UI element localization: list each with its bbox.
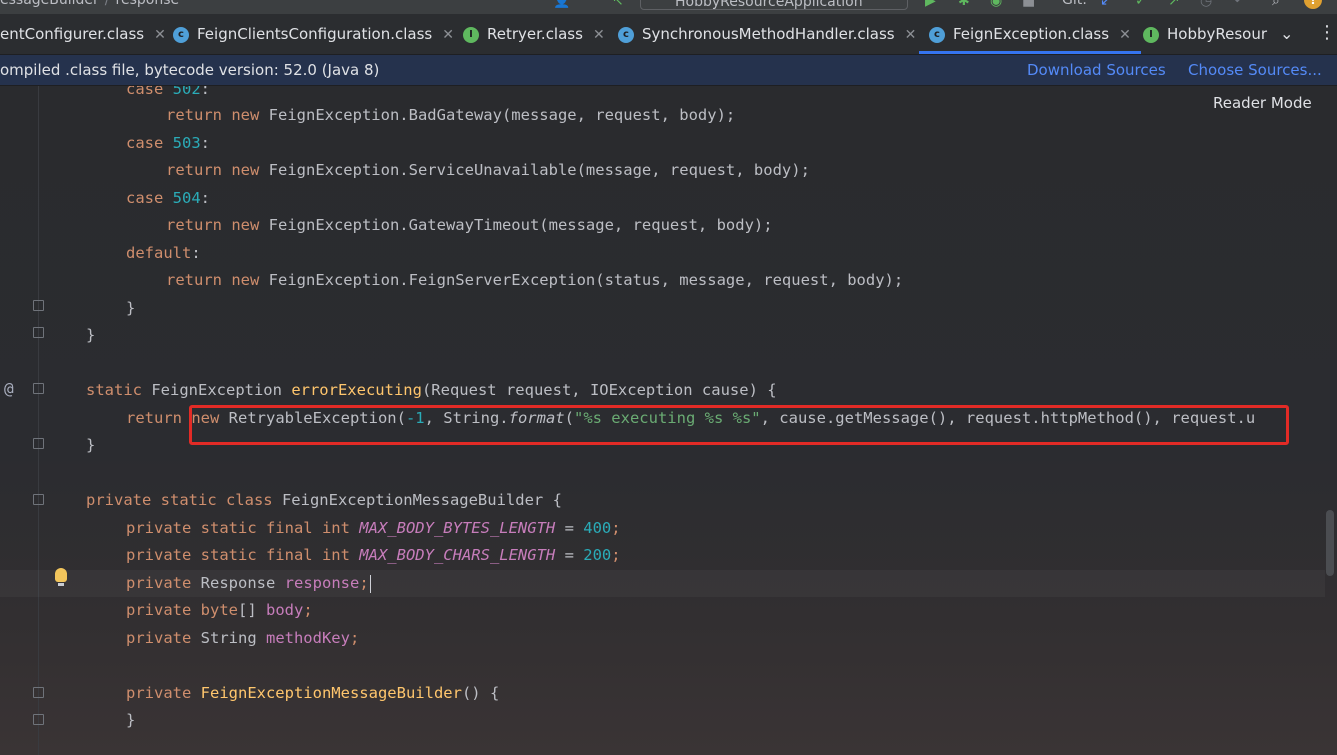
decompiled-notice-bar: ompiled .class file, bytecode version: 5… bbox=[0, 55, 1337, 86]
class-icon: c bbox=[618, 26, 634, 43]
git-push-icon[interactable]: ↗ bbox=[1168, 0, 1180, 9]
tab-label: HobbyResour bbox=[1167, 25, 1268, 43]
code-line: return new FeignException.GatewayTimeout… bbox=[166, 216, 773, 234]
gutter-divider bbox=[38, 86, 39, 755]
tab-synchronousmethodhandler[interactable]: c SynchronousMethodHandler.class ✕ bbox=[618, 14, 916, 54]
run-icon[interactable]: ▶ bbox=[925, 0, 936, 9]
notice-message: ompiled .class file, bytecode version: 5… bbox=[0, 61, 380, 79]
tab-label: FeignClientsConfiguration.class bbox=[197, 25, 433, 43]
fold-marker-icon[interactable] bbox=[33, 494, 44, 505]
git-commit-icon[interactable]: ✓ bbox=[1135, 0, 1147, 9]
code-line: private byte[] body; bbox=[126, 601, 313, 619]
breadcrumb-item[interactable]: essageBuilder bbox=[0, 0, 99, 8]
code-line: case 502: bbox=[126, 86, 211, 98]
code-editor[interactable]: Reader Mode @ case 502: return new Feign… bbox=[0, 86, 1337, 755]
download-sources-link[interactable]: Download Sources bbox=[1027, 55, 1166, 85]
stop-icon[interactable]: ■ bbox=[1022, 0, 1035, 9]
code-line: } bbox=[86, 326, 96, 344]
interface-icon: I bbox=[1143, 26, 1159, 43]
tab-label: entConfigurer.class bbox=[0, 25, 145, 43]
class-icon: c bbox=[173, 26, 189, 43]
reader-mode-toggle[interactable]: Reader Mode bbox=[1213, 94, 1312, 112]
close-icon[interactable]: ✕ bbox=[1119, 27, 1131, 43]
tab-label: FeignException.class bbox=[953, 25, 1110, 43]
fold-marker-icon[interactable] bbox=[33, 438, 44, 449]
chevron-down-icon[interactable]: ⌄ bbox=[1280, 24, 1293, 43]
user-icon[interactable]: 👤 bbox=[553, 0, 570, 9]
rollback-icon[interactable]: ↶ bbox=[1234, 0, 1246, 9]
close-icon[interactable]: ✕ bbox=[154, 27, 166, 43]
code-line: case 504: bbox=[126, 189, 211, 207]
fold-marker-icon[interactable] bbox=[33, 714, 44, 725]
history-icon[interactable]: ◷ bbox=[1200, 0, 1212, 9]
top-toolbar: essageBuilder / response 👤 ↖ HobbyResource… bbox=[0, 0, 1337, 14]
code-line: return new FeignException.FeignServerExc… bbox=[166, 271, 904, 289]
back-arrow-icon[interactable]: ↖ bbox=[612, 0, 624, 9]
code-line: case 503: bbox=[126, 134, 211, 152]
tab-entconfigurer[interactable]: entConfigurer.class ✕ bbox=[0, 14, 166, 54]
vertical-scrollbar[interactable] bbox=[1326, 510, 1334, 576]
run-configuration-selector[interactable]: HobbyResourceApplication bbox=[640, 0, 908, 10]
code-line: static FeignException errorExecuting(Req… bbox=[86, 381, 777, 399]
tab-retryer[interactable]: I Retryer.class ✕ bbox=[463, 14, 605, 54]
search-icon[interactable]: ⌕ bbox=[1272, 0, 1280, 9]
git-update-icon[interactable]: ↙ bbox=[1100, 0, 1112, 9]
class-icon: c bbox=[929, 26, 945, 43]
fold-marker-icon[interactable] bbox=[33, 383, 44, 394]
fold-marker-icon[interactable] bbox=[33, 687, 44, 698]
code-line: private static final int MAX_BODY_BYTES_… bbox=[126, 519, 621, 537]
profile-icon[interactable]: ◉ bbox=[990, 0, 1002, 9]
breadcrumb: essageBuilder / response bbox=[0, 0, 179, 8]
close-icon[interactable]: ✕ bbox=[593, 27, 605, 43]
tab-label: Retryer.class bbox=[487, 25, 583, 43]
code-line: private String methodKey; bbox=[126, 629, 360, 647]
fold-marker-icon[interactable] bbox=[33, 327, 44, 338]
lightbulb-icon[interactable] bbox=[55, 568, 67, 586]
code-line: private static class FeignExceptionMessa… bbox=[86, 491, 562, 509]
more-menu-icon[interactable]: ⋮ bbox=[1318, 22, 1336, 43]
code-line: } bbox=[86, 436, 96, 454]
code-line: private Response response; bbox=[126, 574, 371, 593]
close-icon[interactable]: ✕ bbox=[905, 27, 917, 43]
text-caret bbox=[369, 574, 371, 593]
override-at-icon[interactable]: @ bbox=[4, 379, 14, 398]
warning-icon[interactable]: ! bbox=[1304, 0, 1322, 9]
annotation-highlight-box bbox=[189, 405, 1289, 445]
code-line: private static final int MAX_BODY_CHARS_… bbox=[126, 546, 621, 564]
tab-feignclientsconfiguration[interactable]: c FeignClientsConfiguration.class ✕ bbox=[173, 14, 454, 54]
code-line: return new FeignException.BadGateway(mes… bbox=[166, 106, 736, 124]
code-line: } bbox=[126, 711, 136, 729]
debug-icon[interactable]: ✱ bbox=[958, 0, 970, 9]
code-line: private FeignExceptionMessageBuilder() { bbox=[126, 684, 500, 702]
editor-tabs: entConfigurer.class ✕ c FeignClientsConfig… bbox=[0, 14, 1337, 55]
fold-marker-icon[interactable] bbox=[33, 300, 44, 311]
code-line: return new FeignException.ServiceUnavail… bbox=[166, 161, 810, 179]
tab-feignexception[interactable]: c FeignException.class ✕ bbox=[919, 14, 1141, 54]
git-label: Git: bbox=[1062, 0, 1087, 8]
breadcrumb-separator: / bbox=[104, 0, 110, 8]
choose-sources-link[interactable]: Choose Sources... bbox=[1188, 55, 1322, 85]
interface-icon: I bbox=[463, 26, 479, 43]
code-line: } bbox=[126, 299, 136, 317]
breadcrumb-item[interactable]: response bbox=[116, 0, 180, 8]
tab-hobbyresource[interactable]: I HobbyResour bbox=[1143, 14, 1267, 54]
code-line: default: bbox=[126, 244, 201, 262]
tab-label: SynchronousMethodHandler.class bbox=[642, 25, 895, 43]
close-icon[interactable]: ✕ bbox=[442, 27, 454, 43]
